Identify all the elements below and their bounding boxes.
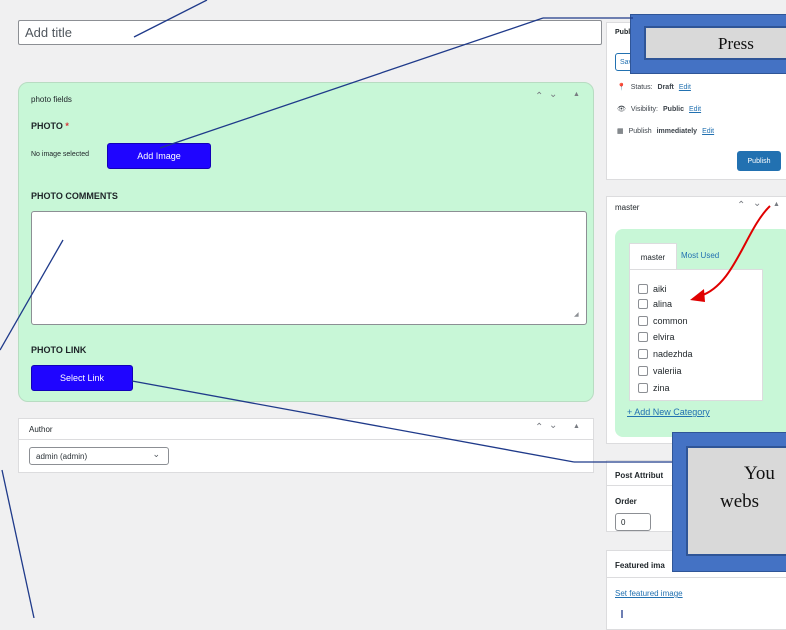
- annotation-line-left: [1, 469, 35, 618]
- annotation-line-press-2: [159, 17, 544, 149]
- annotation-line-title: [133, 0, 208, 38]
- annotation-line-select-1: [131, 380, 575, 463]
- annotation-line-comments: [0, 239, 64, 351]
- red-arrow-curve: [699, 205, 771, 297]
- annotation-lines: [0, 0, 771, 618]
- red-arrow-head: [690, 289, 705, 302]
